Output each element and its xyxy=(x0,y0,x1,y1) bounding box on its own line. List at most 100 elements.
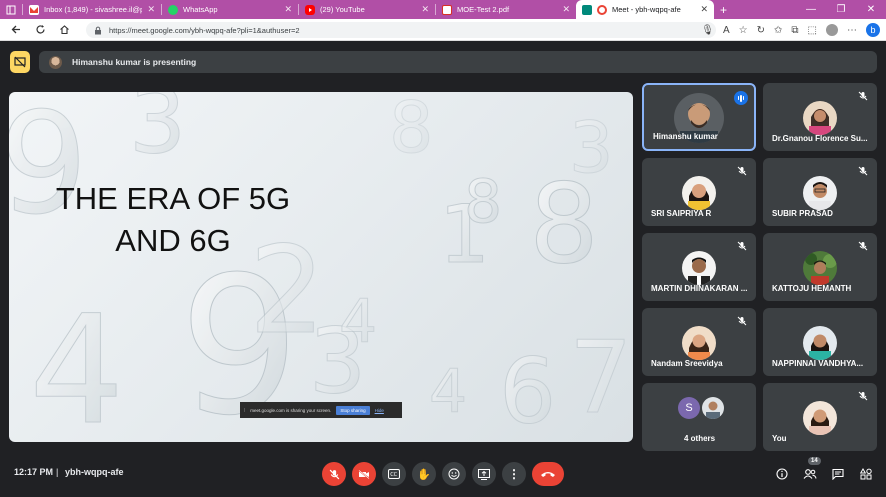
participant-tile[interactable]: SRI SAIPRIYA R xyxy=(642,158,756,226)
camera-toggle-button[interactable] xyxy=(352,462,376,486)
refresh-page-icon[interactable]: ↻ xyxy=(757,25,765,36)
participant-tile[interactable]: SUBIR PRASAD xyxy=(763,158,877,226)
leave-call-button[interactable] xyxy=(532,462,564,486)
tab-pdf[interactable]: MOE-Test 2.pdf ✕ xyxy=(436,0,576,19)
browser-tab-bar: Inbox (1,849) - sivashree.il@pec.e ✕ Wha… xyxy=(0,0,886,19)
participant-tile[interactable]: MARTIN DHINAKARAN ... xyxy=(642,233,756,301)
reload-button[interactable] xyxy=(28,19,52,41)
mic-off-icon xyxy=(858,241,868,251)
participant-tile-others[interactable]: S 4 others xyxy=(642,383,756,451)
minimize-button[interactable]: — xyxy=(796,0,826,19)
tab-actions-icon xyxy=(6,5,16,14)
present-icon xyxy=(478,468,490,480)
avatar xyxy=(803,251,837,285)
raise-hand-button[interactable]: ✋ xyxy=(412,462,436,486)
svg-text:4: 4 xyxy=(29,284,124,442)
tab-title: (29) YouTube xyxy=(320,5,365,14)
avatar xyxy=(803,101,837,135)
activities-button[interactable] xyxy=(858,466,874,482)
screen-share-notice: ⁞ meet.google.com is sharing your screen… xyxy=(240,402,402,418)
participant-name: Dr.Gnanou Florence Su... xyxy=(772,134,868,143)
stop-sharing-button[interactable]: Stop sharing xyxy=(336,405,370,415)
mic-off-icon xyxy=(329,469,339,479)
lock-icon xyxy=(95,26,101,34)
tab-youtube[interactable]: (29) YouTube ✕ xyxy=(299,0,435,19)
activities-icon xyxy=(860,468,872,480)
participant-tile[interactable]: Dr.Gnanou Florence Su... xyxy=(763,83,877,151)
participant-tile[interactable]: NAPPINNAI VANDHYA... xyxy=(763,308,877,376)
avatar: S xyxy=(678,397,700,419)
home-icon xyxy=(59,25,69,35)
chat-button[interactable] xyxy=(830,466,846,482)
microphone-toggle-button[interactable] xyxy=(322,462,346,486)
camera-off-icon xyxy=(358,469,370,479)
meeting-time: 12:17 PM xyxy=(14,467,54,477)
hang-up-icon xyxy=(541,472,555,477)
favorites-icon[interactable]: ✩ xyxy=(774,25,782,36)
bing-icon[interactable]: b xyxy=(866,23,880,37)
tab-title: MOE-Test 2.pdf xyxy=(457,5,510,14)
avatar xyxy=(682,326,716,360)
captions-button[interactable]: CC xyxy=(382,462,406,486)
tab-actions-button[interactable] xyxy=(0,0,22,19)
more-vertical-icon: ⋮ xyxy=(508,467,520,481)
reactions-button[interactable] xyxy=(442,462,466,486)
close-tab-icon[interactable]: ✕ xyxy=(421,4,429,15)
reload-icon xyxy=(35,25,45,34)
hide-notice-link[interactable]: Hide xyxy=(375,408,384,413)
speaking-indicator-icon xyxy=(734,91,748,105)
close-tab-icon[interactable]: ✕ xyxy=(284,4,292,15)
people-icon xyxy=(803,469,817,479)
meeting-code: ybh-wqpq-afe xyxy=(65,467,124,477)
mic-off-icon xyxy=(737,316,747,326)
url-text: https://meet.google.com/ybh-wqpq-afe?pli… xyxy=(109,25,300,35)
participant-tile-self[interactable]: You xyxy=(763,383,877,451)
captions-icon: CC xyxy=(388,469,400,479)
extensions-icon[interactable]: ⬚ xyxy=(808,25,817,36)
participant-name: Himanshu kumar xyxy=(653,132,718,141)
restore-button[interactable]: ❐ xyxy=(826,0,856,19)
stop-presenting-button[interactable] xyxy=(10,51,30,73)
favorite-icon[interactable]: ☆ xyxy=(739,25,748,36)
avatar xyxy=(803,176,837,210)
participant-tile[interactable]: Himanshu kumar xyxy=(642,83,756,151)
participant-tile[interactable]: KATTOJU HEMANTH xyxy=(763,233,877,301)
close-tab-icon[interactable]: ✕ xyxy=(147,4,155,15)
profile-avatar[interactable] xyxy=(826,24,838,36)
people-button[interactable] xyxy=(802,466,818,482)
present-now-button[interactable] xyxy=(472,462,496,486)
avatar xyxy=(682,176,716,210)
separator: | xyxy=(56,467,59,477)
presenting-text: Himanshu kumar is presenting xyxy=(72,57,197,67)
participant-name: Nandam Sreevidya xyxy=(651,359,723,368)
more-options-button[interactable]: ⋮ xyxy=(502,462,526,486)
participant-name: SUBIR PRASAD xyxy=(772,209,833,218)
close-window-button[interactable]: ✕ xyxy=(856,0,886,19)
microphone-icon[interactable]: 🎙 xyxy=(701,25,714,36)
youtube-icon xyxy=(305,4,315,15)
svg-text:4: 4 xyxy=(429,357,467,427)
participant-name: SRI SAIPRIYA R xyxy=(651,209,712,218)
back-button[interactable] xyxy=(4,19,28,41)
read-aloud-icon[interactable]: A xyxy=(723,25,730,36)
tab-meet[interactable]: Meet - ybh-wqpq-afe ✕ xyxy=(576,0,714,19)
collections-icon[interactable]: ⧉ xyxy=(791,25,798,36)
drag-handle-icon[interactable]: ⁞ xyxy=(244,408,245,413)
more-menu-icon[interactable]: ⋯ xyxy=(847,25,857,36)
tab-whatsapp[interactable]: WhatsApp ✕ xyxy=(162,0,298,19)
svg-text:7: 7 xyxy=(569,319,633,436)
address-bar: https://meet.google.com/ybh-wqpq-afe?pli… xyxy=(0,19,886,41)
meeting-details-button[interactable] xyxy=(774,466,790,482)
home-button[interactable] xyxy=(52,19,76,41)
back-arrow-icon xyxy=(11,25,20,34)
avatar xyxy=(682,251,716,285)
close-tab-icon[interactable]: ✕ xyxy=(562,4,570,15)
window-controls: — ❐ ✕ xyxy=(796,0,886,19)
share-notice-text: meet.google.com is sharing your screen. xyxy=(250,407,332,413)
url-field[interactable]: https://meet.google.com/ybh-wqpq-afe?pli… xyxy=(86,22,716,38)
tab-gmail[interactable]: Inbox (1,849) - sivashree.il@pec.e ✕ xyxy=(23,0,161,19)
pdf-icon xyxy=(442,4,452,15)
participant-tile[interactable]: Nandam Sreevidya xyxy=(642,308,756,376)
close-tab-icon[interactable]: ✕ xyxy=(700,4,708,15)
new-tab-button[interactable]: + xyxy=(714,0,734,19)
